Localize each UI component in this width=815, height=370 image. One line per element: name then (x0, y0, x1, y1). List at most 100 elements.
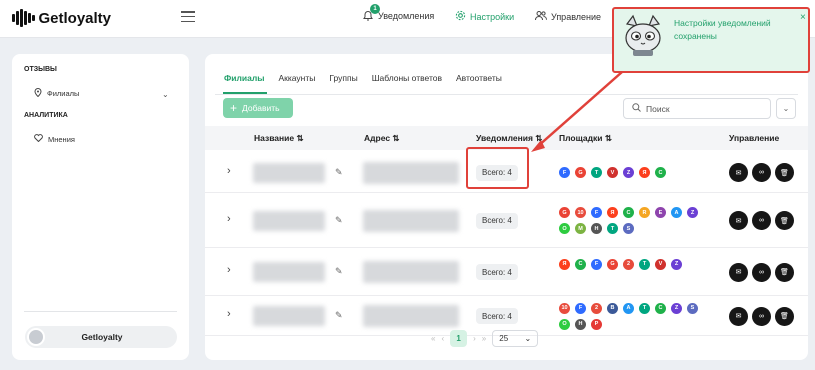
per-page-select[interactable]: 25 ⌄ (492, 330, 539, 347)
first-page-button[interactable]: « (431, 334, 435, 343)
last-page-button[interactable]: » (482, 334, 486, 343)
sidebar-item-opinions[interactable]: Мнения (34, 134, 75, 144)
edit-pencil-icon[interactable]: ✎ (335, 167, 343, 178)
expand-chevron-icon[interactable]: › (227, 308, 231, 320)
address-blurred (363, 161, 459, 184)
platform-logo-icon: O (559, 223, 570, 234)
toast-notification: Настройки уведомлений сохранены × (612, 7, 810, 73)
heart-icon (34, 134, 43, 144)
platform-logo-icon: Z (671, 258, 682, 270)
platform-logo-icon: F (575, 302, 586, 314)
gear-icon (455, 10, 466, 23)
platform-logo-icon: B (607, 302, 618, 314)
column-header-name[interactable]: Название ⇅ (254, 133, 304, 144)
platform-logo-icon: Z (671, 302, 682, 314)
filter-dropdown[interactable]: ⌄ (776, 98, 796, 119)
platforms-list: ЯCFG2TVZ (559, 258, 704, 270)
users-icon (535, 10, 547, 23)
column-header-manage: Управление (729, 133, 780, 143)
tab-accounts[interactable]: Аккаунты (279, 73, 316, 83)
branch-name-blurred (253, 162, 325, 183)
table-row[interactable]: › ✎ Всего: 4 Я C F G 2 T V Z ✉ ∞ 🗑 (205, 248, 808, 296)
prev-page-button[interactable]: ‹ (441, 334, 444, 343)
per-page-value: 25 (499, 334, 509, 343)
platform-logo-icon: Z (623, 167, 634, 178)
platform-logo-icon: S (687, 302, 698, 314)
platform-logo-icon: P (591, 318, 602, 330)
mail-icon[interactable]: ✉ (729, 262, 748, 282)
platform-logo-icon: S (623, 223, 634, 234)
next-page-button[interactable]: › (473, 334, 476, 343)
platform-logo-icon: A (671, 207, 682, 218)
column-header-address[interactable]: Адрес ⇅ (364, 133, 400, 144)
edit-pencil-icon[interactable]: ✎ (335, 215, 343, 226)
user-profile[interactable]: Getloyalty (25, 326, 177, 348)
mail-icon[interactable]: ✉ (729, 211, 748, 230)
trash-icon[interactable]: 🗑 (775, 211, 794, 230)
trash-icon[interactable]: 🗑 (775, 163, 794, 182)
search-input[interactable]: Поиск (623, 98, 771, 119)
close-icon[interactable]: × (800, 12, 806, 23)
expand-chevron-icon[interactable]: › (227, 264, 231, 276)
tab-divider (215, 94, 798, 95)
menu-toggle-icon[interactable] (181, 11, 195, 22)
bell-icon: 1 (362, 4, 380, 22)
platform-logo-icon: 2 (623, 258, 634, 270)
edit-pencil-icon[interactable]: ✎ (335, 310, 343, 321)
address-blurred (363, 261, 459, 283)
column-header-notifications[interactable]: Уведомления ⇅ (476, 133, 542, 144)
link-icon[interactable]: ∞ (752, 163, 771, 182)
sidebar-divider (24, 311, 177, 312)
platform-logo-icon: C (623, 207, 634, 218)
platform-logo-icon: H (575, 318, 586, 330)
sidebar-item-branches[interactable]: Филиалы (34, 88, 79, 99)
tab-branches[interactable]: Филиалы (224, 73, 265, 83)
avatar (27, 328, 45, 346)
sidebar: ОТЗЫВЫ Филиалы ⌄ АНАЛИТИКА Мнения (12, 54, 189, 360)
edit-pencil-icon[interactable]: ✎ (335, 266, 343, 277)
logo-text: Getloyalty (38, 9, 112, 27)
main-panel: Филиалы Аккаунты Группы Шаблоны ответов … (205, 54, 808, 360)
trash-icon[interactable]: 🗑 (775, 262, 794, 282)
table-row[interactable]: › ✎ Всего: 4 G 10 F Я C R E A Z O M H T S ✉ ∞ 🗑 (205, 193, 808, 248)
platform-logo-icon: Z (687, 207, 698, 218)
platform-logo-icon: 2 (591, 302, 602, 314)
add-button[interactable]: + Добавить (223, 98, 293, 118)
sidebar-section-reviews: ОТЗЫВЫ (24, 66, 57, 73)
tab-autoreplies[interactable]: Автоответы (456, 73, 502, 83)
nav-notifications[interactable]: 1 Уведомления (362, 4, 434, 22)
mail-icon[interactable]: ✉ (729, 306, 748, 326)
expand-chevron-icon[interactable]: › (227, 165, 231, 177)
row-actions: ✉ ∞ 🗑 (729, 163, 794, 182)
tab-templates[interactable]: Шаблоны ответов (372, 73, 442, 83)
expand-chevron-icon[interactable]: › (227, 213, 231, 225)
platform-logo-icon: F (591, 207, 602, 218)
platform-logo-icon: C (655, 167, 666, 178)
platform-logo-icon: E (655, 207, 666, 218)
highlight-box (466, 147, 529, 189)
notifications-total: Всего: 4 (476, 308, 518, 324)
chevron-down-icon[interactable]: ⌄ (162, 90, 169, 99)
sidebar-section-analytics: АНАЛИТИКА (24, 112, 68, 119)
branch-name-blurred (253, 210, 325, 231)
platform-logo-icon: O (559, 318, 570, 330)
trash-icon[interactable]: 🗑 (775, 306, 794, 326)
link-icon[interactable]: ∞ (752, 211, 771, 230)
notifications-total: Всего: 4 (476, 264, 518, 280)
logo[interactable]: Getloyalty (12, 9, 111, 27)
current-page[interactable]: 1 (450, 330, 468, 347)
add-button-label: Добавить (242, 103, 280, 113)
platform-logo-icon: R (639, 207, 650, 218)
row-actions: ✉ ∞ 🗑 (729, 306, 794, 326)
mail-icon[interactable]: ✉ (729, 163, 748, 182)
platform-logo-icon: C (575, 258, 586, 270)
platform-logo-icon: A (623, 302, 634, 314)
nav-settings[interactable]: Настройки (455, 10, 514, 23)
link-icon[interactable]: ∞ (752, 262, 771, 282)
platforms-list: FGTVZЯC (559, 167, 704, 178)
nav-manage[interactable]: Управление (535, 10, 601, 23)
tab-groups[interactable]: Группы (329, 73, 357, 83)
column-header-platforms[interactable]: Площадки ⇅ (559, 133, 612, 144)
platform-logo-icon: T (639, 302, 650, 314)
link-icon[interactable]: ∞ (752, 306, 771, 326)
